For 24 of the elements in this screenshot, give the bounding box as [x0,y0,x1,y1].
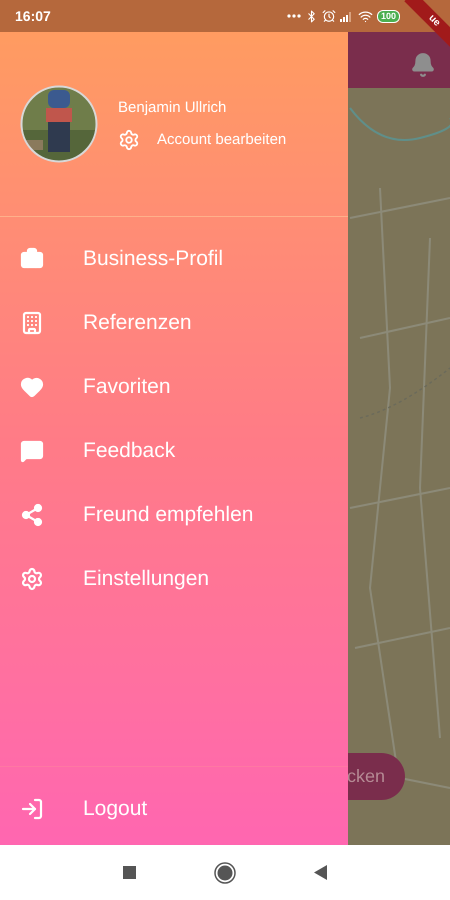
menu-item[interactable]: Referenzen [0,291,348,355]
account-link[interactable]: Account bearbeiten [118,129,286,152]
settings-icon [118,129,140,152]
alarm-icon [322,9,336,23]
back-button[interactable] [314,865,327,880]
clock: 16:07 [15,6,51,26]
notification-bell-icon[interactable] [410,52,436,78]
menu-item[interactable]: Business-Profil [0,227,348,291]
briefcase-icon [20,247,44,271]
wifi-icon [358,8,373,24]
battery-indicator: 100 [376,10,400,22]
menu-item[interactable]: Freund empfehlen [0,483,348,547]
building-icon [20,311,44,335]
login-arrow-icon [20,797,44,821]
signal-icon [340,10,354,22]
menu-item[interactable]: Feedback [0,419,348,483]
settings-icon [20,567,44,591]
more-dots-icon [286,14,301,18]
heart-icon [20,375,44,399]
menu-item[interactable]: Favoriten [0,355,348,419]
home-button[interactable] [214,862,236,884]
user-name: Benjamin Ullrich [118,98,228,118]
share-icon [20,503,44,527]
menu-item[interactable]: Einstellungen [0,547,348,611]
